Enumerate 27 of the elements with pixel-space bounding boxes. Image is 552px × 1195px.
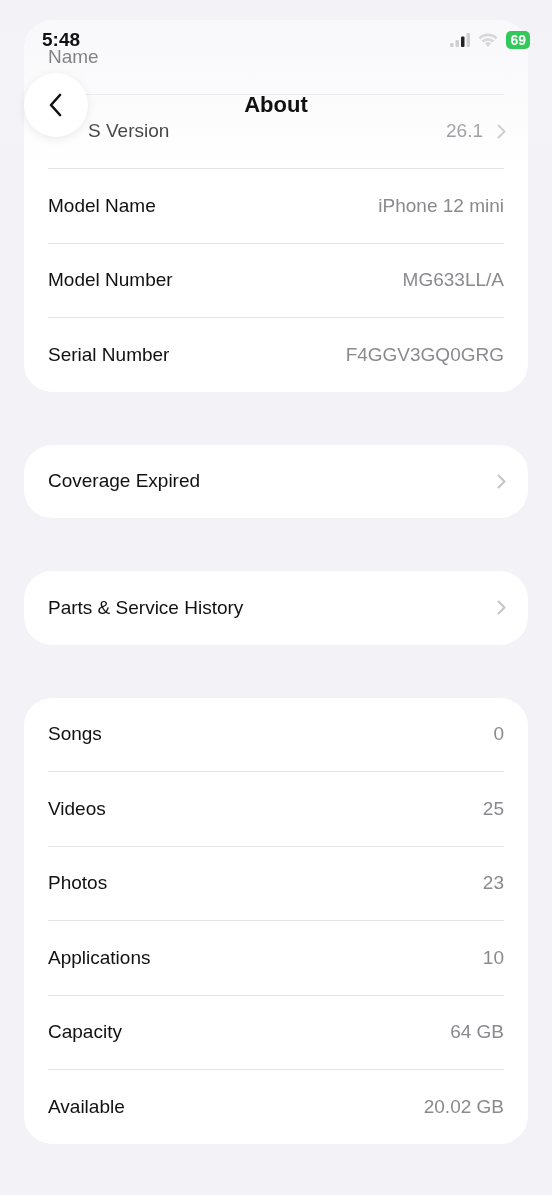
row-value: 20.02 GB: [423, 1095, 504, 1118]
row-label: Applications: [48, 946, 151, 969]
row-label: Videos: [48, 797, 106, 820]
row-value: iPhone 12 mini: [378, 194, 504, 217]
page-title: About: [244, 92, 308, 118]
row-value: 0: [493, 723, 504, 746]
row-value: 64 GB: [450, 1021, 504, 1044]
row-value: MG633LL/A: [402, 269, 504, 292]
row-value: 10: [482, 946, 504, 969]
battery-level: 69: [506, 31, 530, 49]
row-label: Photos: [48, 872, 108, 895]
back-icon: [49, 93, 63, 117]
row-value: 25: [482, 797, 504, 820]
signal-icon: [450, 33, 471, 47]
row-label: Serial Number: [48, 343, 170, 366]
row-value: F4GGV3GQ0GRG: [345, 343, 504, 366]
row-value: 23: [482, 872, 504, 895]
row-label: S Version: [88, 120, 170, 143]
wifi-icon: [478, 32, 499, 48]
row-value: 26.1: [446, 120, 483, 143]
row-label: Model Name: [48, 194, 156, 217]
row-label: Coverage Expired: [48, 470, 201, 493]
row-label: Model Number: [48, 269, 173, 292]
row-label: Capacity: [48, 1021, 122, 1044]
row-label: Parts & Service History: [48, 596, 244, 619]
row-label: Songs: [48, 723, 102, 746]
row-label: Available: [48, 1095, 125, 1118]
